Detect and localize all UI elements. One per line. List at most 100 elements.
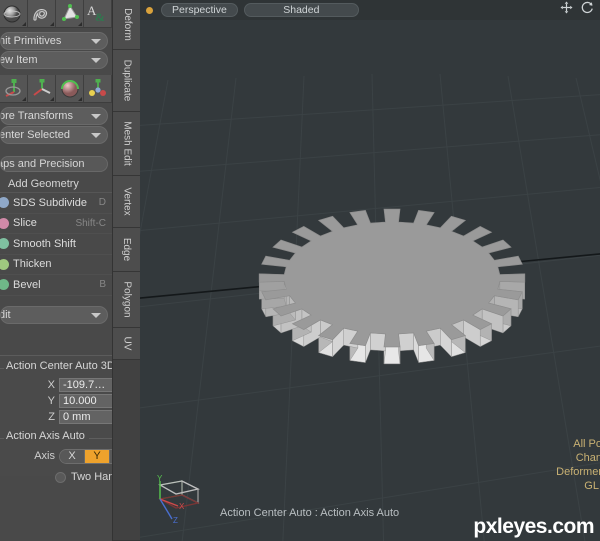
coord-axis-label: Z [48,410,55,423]
transform-toolbar [0,75,112,103]
vertical-tab-polygon[interactable]: Polygon [113,272,141,328]
scale-tool-icon[interactable] [56,75,84,102]
chevron-down-icon [91,39,101,44]
axis-row-label: Axis [34,450,55,462]
modo-application-window: A & nit Primitives ew Item ore Transform… [0,0,600,541]
thicken-icon [0,258,9,270]
tool-bevel[interactable]: Bevel B [0,275,112,296]
tool-shortcut: Shift-C [75,217,106,229]
transform-tool-icon[interactable] [84,75,112,102]
coord-z-input[interactable]: 0 mm [59,409,116,424]
curve-tool-icon[interactable] [28,0,56,27]
coord-x-input[interactable]: -109.7… [59,377,116,392]
tool-label: SDS Subdivide [13,196,87,209]
add-geometry-header: Add Geometry [0,176,112,193]
action-axis-legend-label: Action Axis Auto [4,430,89,442]
vertical-tab-mesh-edit[interactable]: Mesh Edit [113,112,141,176]
tab-label: Vertex [121,187,133,216]
icon-submenu-corner [22,22,26,26]
view-mode-dropdown[interactable]: Perspective [161,3,238,17]
rotate-tool-icon[interactable] [28,75,56,102]
more-transforms-dropdown[interactable]: ore Transforms [0,107,108,125]
info-line-deformers: Deformer [556,466,600,478]
text-tool-icon[interactable]: A & [84,0,112,27]
tab-label: Polygon [121,281,133,318]
tool-label: Thicken [13,258,52,271]
coord-axis-label: Y [47,394,55,407]
chevron-down-icon [91,312,101,318]
coord-axis-label: X [47,378,55,391]
tool-smooth-shift[interactable]: Smooth Shift [0,234,112,255]
icon-submenu-corner [50,22,54,26]
chevron-down-icon [91,133,101,138]
shading-mode-dropdown[interactable]: Shaded [243,3,359,17]
new-item-label: ew Item [0,54,38,66]
more-transforms-label: ore Transforms [0,110,73,122]
tool-sds-subdivide[interactable]: SDS Subdivide D [0,193,112,214]
edit-dropdown[interactable]: dit [0,305,108,324]
add-geometry-label: Add Geometry [8,178,79,190]
move-icon[interactable] [560,1,573,19]
tab-label: UV [121,336,133,351]
vertical-tab-deform[interactable]: Deform [113,0,141,50]
unit-primitives-dropdown[interactable]: nit Primitives [0,32,108,50]
vertical-tab-uv[interactable]: UV [113,328,141,360]
center-selected-label: enter Selected [0,129,70,141]
sphere-primitive-icon[interactable] [0,0,28,27]
tool-label: Slice [13,217,37,230]
bevel-icon [0,279,9,291]
axis-gizmo[interactable]: Y X Z [148,471,210,529]
viewport-indicator-dot[interactable] [146,6,153,14]
gizmo-label-y: Y [157,474,163,483]
chevron-down-icon [91,114,101,119]
vertical-tab-duplicate[interactable]: Duplicate [113,50,141,112]
chevron-down-icon [91,58,101,63]
center-selected-dropdown[interactable]: enter Selected [0,126,108,144]
action-center-legend-label: Action Center Auto 3D [4,360,119,372]
axis-button-y[interactable]: Y [85,449,110,463]
vertical-tab-strip: Deform Duplicate Mesh Edit Vertex Edge P… [112,0,141,541]
axis-button-x[interactable]: X [60,449,85,463]
edit-label: dit [0,308,11,321]
viewport-toolbar: Perspective Shaded [140,0,600,20]
info-line-gl: GL: [584,480,600,492]
tab-label: Edge [121,237,133,262]
snaps-and-precision-label: aps and Precision [0,158,85,170]
two-handles-checkbox[interactable] [55,471,66,483]
tool-label: Smooth Shift [13,237,76,250]
tab-strip-filler [113,360,140,541]
icon-submenu-corner [78,22,82,26]
rotate-icon[interactable] [581,1,594,19]
slice-icon [0,217,9,229]
gizmo-label-z: Z [173,516,178,525]
snaps-and-precision-header[interactable]: aps and Precision [0,156,108,172]
vertical-tab-vertex[interactable]: Vertex [113,176,141,228]
gizmo-label-x: X [179,502,185,511]
polygon-pen-icon[interactable] [56,0,84,27]
vertical-tab-edge[interactable]: Edge [113,228,141,272]
sds-subdivide-icon [0,197,9,209]
icon-submenu-corner [22,97,26,101]
info-line-channels: Chan [575,452,600,464]
info-line-all-polygons: All Po [573,438,600,450]
smooth-shift-icon [0,238,9,250]
new-item-dropdown[interactable]: ew Item [0,51,108,69]
coord-y-input[interactable]: 10.000 [59,393,116,408]
gear-mesh[interactable] [232,190,552,380]
viewport-info-overlay: All Po Chan Deformer GL: [556,437,600,493]
viewport-controls [560,0,594,20]
3d-viewport[interactable]: Perspective Shaded All Po Chan Deformer … [140,0,600,541]
unit-primitives-label: nit Primitives [0,35,62,47]
tool-shortcut: B [99,279,106,291]
primitives-toolbar: A & [0,0,112,28]
tool-thicken[interactable]: Thicken [0,255,112,275]
move-tool-icon[interactable] [0,75,28,102]
icon-submenu-corner [50,97,54,101]
tool-slice[interactable]: Slice Shift-C [0,214,112,234]
tab-label: Duplicate [121,59,133,102]
tab-label: Deform [121,8,133,41]
tab-label: Mesh Edit [121,121,133,166]
viewport-status-text: Action Center Auto : Action Axis Auto [220,507,400,519]
icon-submenu-corner [78,97,82,101]
tool-shortcut: D [98,197,106,209]
